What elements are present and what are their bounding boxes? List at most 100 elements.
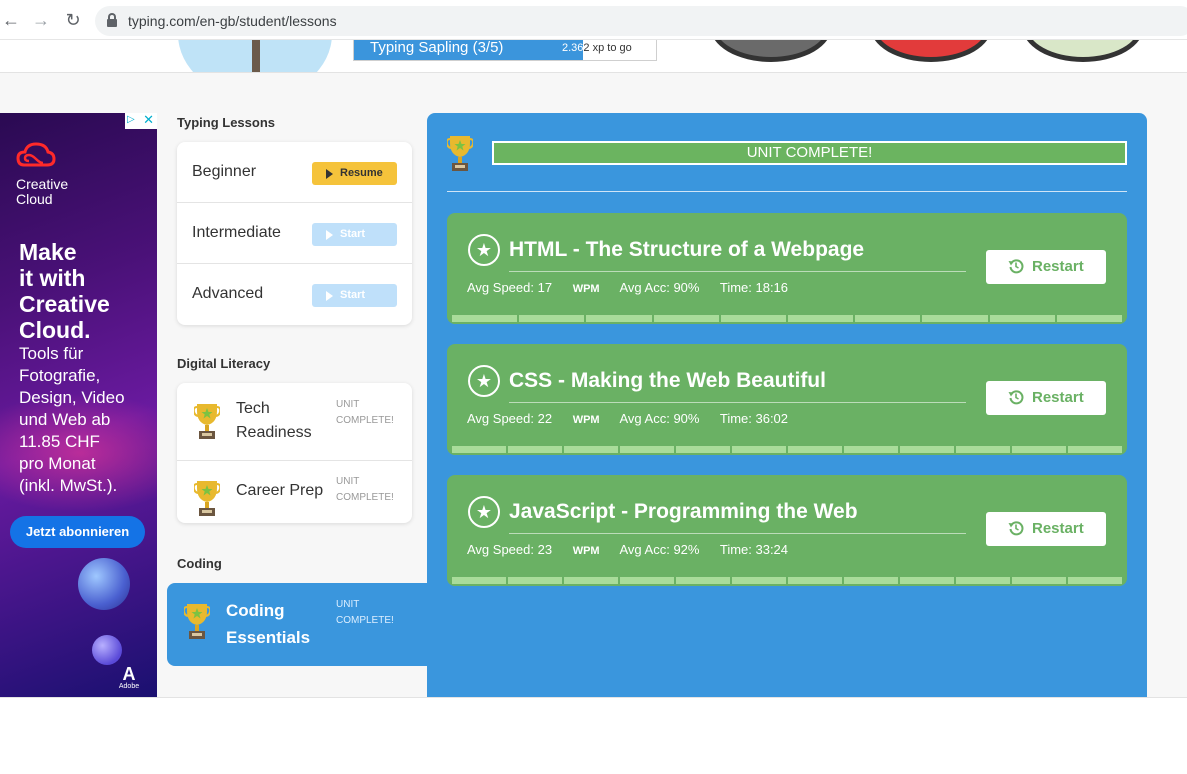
adobe-text: Adobe — [118, 683, 140, 690]
advertisement[interactable]: ▷ ✕ Creative Cloud Make it with Creative… — [0, 113, 157, 697]
resume-button[interactable]: Resume — [312, 162, 397, 185]
browser-toolbar: ← → ↻ typing.com/en-gb/student/lessons — [0, 0, 1187, 40]
start-button[interactable]: Start — [312, 223, 397, 246]
section-title-literacy: Digital Literacy — [177, 356, 271, 371]
lesson-progress-segment — [732, 446, 786, 453]
ad-copy-line: Design, Video — [19, 388, 125, 407]
lesson-progress-segment — [508, 577, 562, 584]
lesson-progress-segment — [620, 446, 674, 453]
xp-remaining: 2.362 xp to go — [562, 42, 632, 54]
wpm-unit: WPM — [572, 283, 600, 295]
course-card-javascript[interactable]: ★ JavaScript - Programming the Web Avg S… — [447, 475, 1127, 586]
avg-speed-value: Avg Speed: 22 — [467, 411, 553, 426]
reload-icon[interactable]: ↻ — [62, 9, 84, 31]
ad-copy: Tools für Fotografie, Design, Video und … — [19, 343, 154, 497]
ad-controls[interactable]: ▷ ✕ — [125, 113, 157, 129]
lesson-progress-segment — [452, 577, 506, 584]
lesson-progress-segment — [452, 315, 518, 322]
lesson-progress-segment — [620, 577, 674, 584]
star-icon: ★ — [468, 234, 500, 266]
ad-headline-line: Creative — [19, 291, 110, 317]
lesson-progress-segment — [732, 577, 786, 584]
unit-row-career-prep[interactable]: Career Prep UNIT COMPLETE! — [177, 461, 412, 523]
lesson-progress-segment — [989, 315, 1055, 322]
typing-lessons-card: Beginner Resume Intermediate Start Advan… — [177, 142, 412, 325]
adchoices-icon[interactable]: ▷ — [127, 114, 135, 125]
restart-button[interactable]: Restart — [986, 250, 1106, 284]
lesson-progress-segment — [1056, 315, 1123, 322]
lesson-progress-segment — [788, 315, 854, 322]
lesson-row-beginner[interactable]: Beginner Resume — [177, 142, 412, 203]
trophy-icon — [194, 481, 220, 516]
time: Time: 36:02 — [719, 411, 789, 426]
divider — [509, 533, 966, 534]
lesson-progress-segment — [676, 577, 730, 584]
unit-row-coding-essentials[interactable]: Coding Essentials UNIT COMPLETE! — [167, 583, 428, 666]
restart-button[interactable]: Restart — [986, 381, 1106, 415]
ad-copy-line: Fotografie, — [19, 366, 101, 385]
course-stats: Avg Speed: 17 WPM Avg Acc: 90% Time: 18:… — [467, 280, 805, 295]
unit-name: Tech Readiness — [236, 397, 312, 445]
xp-suffix: 2 xp to go — [583, 42, 632, 54]
star-icon: ★ — [468, 496, 500, 528]
lesson-progress-segment — [900, 446, 954, 453]
close-icon[interactable]: ✕ — [143, 113, 154, 127]
course-title: HTML - The Structure of a Webpage — [509, 238, 865, 261]
badge-icon[interactable] — [1022, 40, 1144, 62]
lesson-progress-segment — [1068, 446, 1122, 453]
wpm-unit: WPM — [572, 414, 600, 426]
unit-row-tech-readiness[interactable]: Tech Readiness UNIT COMPLETE! — [177, 383, 412, 461]
xp-number: 2.36 — [562, 42, 584, 54]
lesson-progress-segment — [956, 577, 1010, 584]
lock-icon — [107, 13, 117, 27]
adobe-logo-icon: A Adobe — [117, 665, 141, 691]
course-card-html[interactable]: ★ HTML - The Structure of a Webpage Avg … — [447, 213, 1127, 324]
ad-copy-line: Tools für — [19, 344, 84, 363]
course-card-css[interactable]: ★ CSS - Making the Web Beautiful Avg Spe… — [447, 344, 1127, 455]
history-icon — [1008, 259, 1024, 274]
back-arrow-icon[interactable]: ← — [0, 9, 22, 31]
ad-subscribe-button[interactable]: Jetzt abonnieren — [10, 516, 145, 548]
lesson-progress-strip — [447, 315, 1127, 324]
restart-button[interactable]: Restart — [986, 512, 1106, 546]
unit-status: UNIT COMPLETE! — [336, 597, 406, 629]
play-icon — [326, 291, 333, 301]
unit-name-line: Readiness — [236, 424, 312, 441]
lesson-progress-segment — [564, 446, 618, 453]
address-bar[interactable]: typing.com/en-gb/student/lessons — [95, 6, 1187, 36]
lesson-row-intermediate[interactable]: Intermediate Start — [177, 203, 412, 264]
adobe-mark: A — [122, 664, 136, 684]
lesson-progress-strip — [447, 577, 1127, 586]
lesson-progress-segment — [564, 577, 618, 584]
badge-icon[interactable] — [710, 40, 832, 62]
lesson-progress-segment — [1012, 577, 1066, 584]
button-label: Restart — [1032, 389, 1084, 406]
site-header: Typing Sapling (3/5) 2.362 xp to go — [0, 40, 1187, 73]
star-icon: ★ — [468, 365, 500, 397]
planet-decoration — [92, 635, 122, 665]
level-progress-bar: Typing Sapling (3/5) 2.362 xp to go — [353, 40, 657, 61]
status-line: COMPLETE! — [336, 615, 394, 626]
history-icon — [1008, 390, 1024, 405]
course-stats: Avg Speed: 23 WPM Avg Acc: 92% Time: 33:… — [467, 542, 805, 557]
start-button[interactable]: Start — [312, 284, 397, 307]
course-stats: Avg Speed: 22 WPM Avg Acc: 90% Time: 36:… — [467, 411, 805, 426]
avg-speed-value: Avg Speed: 17 — [467, 280, 553, 295]
lesson-row-advanced[interactable]: Advanced Start — [177, 264, 412, 325]
unit-name-line: Essentials — [226, 628, 311, 647]
status-line: COMPLETE! — [336, 415, 394, 426]
lesson-progress-segment — [676, 446, 730, 453]
lesson-progress-segment — [720, 315, 787, 322]
status-line: UNIT — [336, 476, 360, 487]
button-label: Restart — [1032, 520, 1084, 537]
lesson-progress-segment — [788, 577, 842, 584]
tree-avatar-icon — [178, 40, 332, 72]
unit-status: UNIT COMPLETE! — [336, 474, 406, 506]
lesson-progress-segment — [922, 315, 988, 322]
ad-headline-line: it with — [19, 265, 86, 291]
divider — [447, 191, 1127, 192]
badge-icon[interactable] — [870, 40, 992, 62]
lesson-progress-segment — [519, 315, 585, 322]
avg-speed: Avg Speed: 22 WPM — [467, 411, 600, 426]
forward-arrow-icon[interactable]: → — [30, 9, 52, 31]
